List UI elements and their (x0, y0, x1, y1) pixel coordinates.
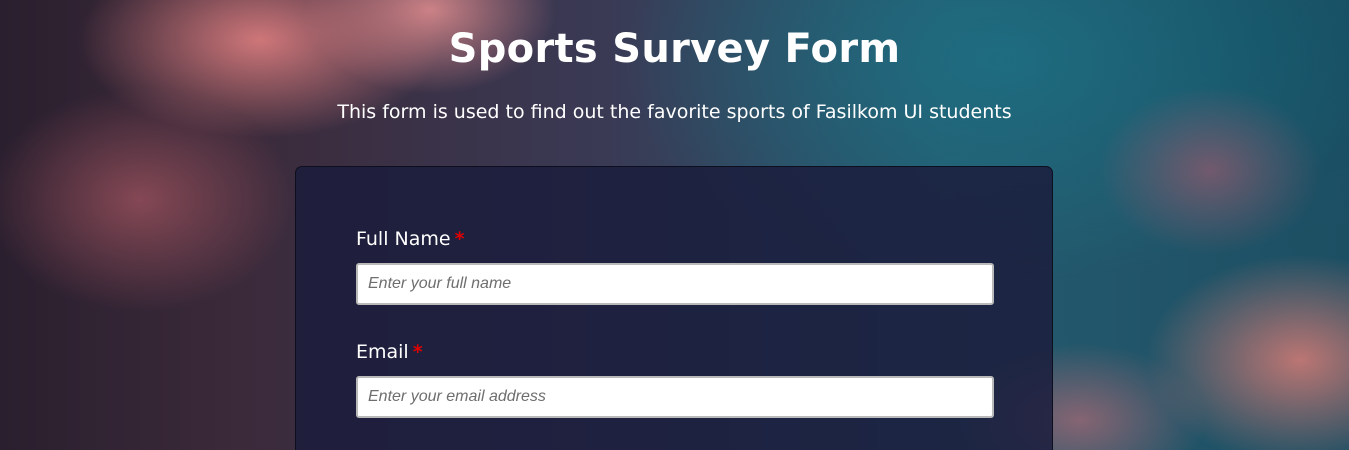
email-label-text: Email (356, 341, 409, 363)
full-name-input[interactable] (356, 263, 994, 305)
full-name-field-group: Full Name * (356, 227, 994, 305)
required-marker: * (454, 228, 465, 250)
page-description: This form is used to find out the favori… (337, 101, 1012, 123)
email-input[interactable] (356, 376, 994, 418)
full-name-label: Full Name * (356, 227, 994, 251)
email-field-group: Email * (356, 340, 994, 418)
email-label: Email * (356, 340, 994, 364)
required-marker: * (412, 341, 423, 363)
full-name-label-text: Full Name (356, 228, 451, 250)
survey-form: Full Name* Email* (295, 166, 1053, 450)
page-title: Sports Survey Form (448, 26, 901, 72)
